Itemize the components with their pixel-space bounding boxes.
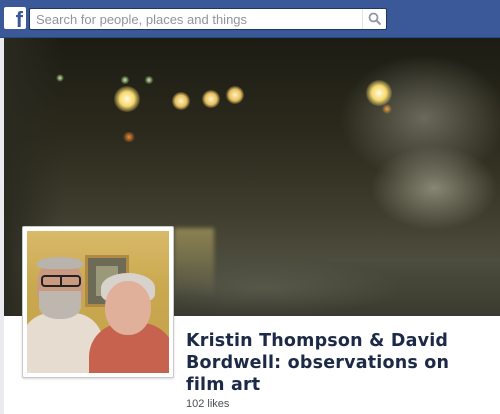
cover-light bbox=[120, 76, 130, 84]
person-hair bbox=[37, 257, 83, 269]
cover-light bbox=[366, 80, 392, 106]
logo-letter: f bbox=[15, 7, 23, 32]
glasses bbox=[41, 275, 81, 287]
search-input[interactable] bbox=[36, 11, 356, 27]
person-beard bbox=[39, 291, 81, 319]
cover-reflection bbox=[174, 228, 214, 298]
magnifier-icon bbox=[368, 12, 382, 26]
cover-light bbox=[382, 104, 392, 114]
page-title[interactable]: Kristin Thompson & David Bordwell: obser… bbox=[186, 330, 486, 396]
cover-light bbox=[114, 86, 140, 112]
cover-light bbox=[172, 92, 190, 110]
facebook-logo-icon[interactable]: f bbox=[4, 7, 26, 32]
search-box[interactable] bbox=[29, 8, 387, 30]
profile-picture[interactable] bbox=[22, 226, 174, 378]
profile-photo bbox=[27, 231, 169, 373]
cover-light bbox=[202, 90, 220, 108]
cover-light bbox=[122, 132, 136, 142]
cover-light bbox=[226, 86, 244, 104]
search-button[interactable] bbox=[362, 9, 386, 29]
cover-light bbox=[56, 74, 64, 82]
cover-light bbox=[144, 76, 154, 84]
likes-count[interactable]: 102 likes bbox=[186, 398, 229, 410]
top-navigation-bar: f bbox=[0, 0, 500, 38]
person-head bbox=[105, 281, 151, 335]
